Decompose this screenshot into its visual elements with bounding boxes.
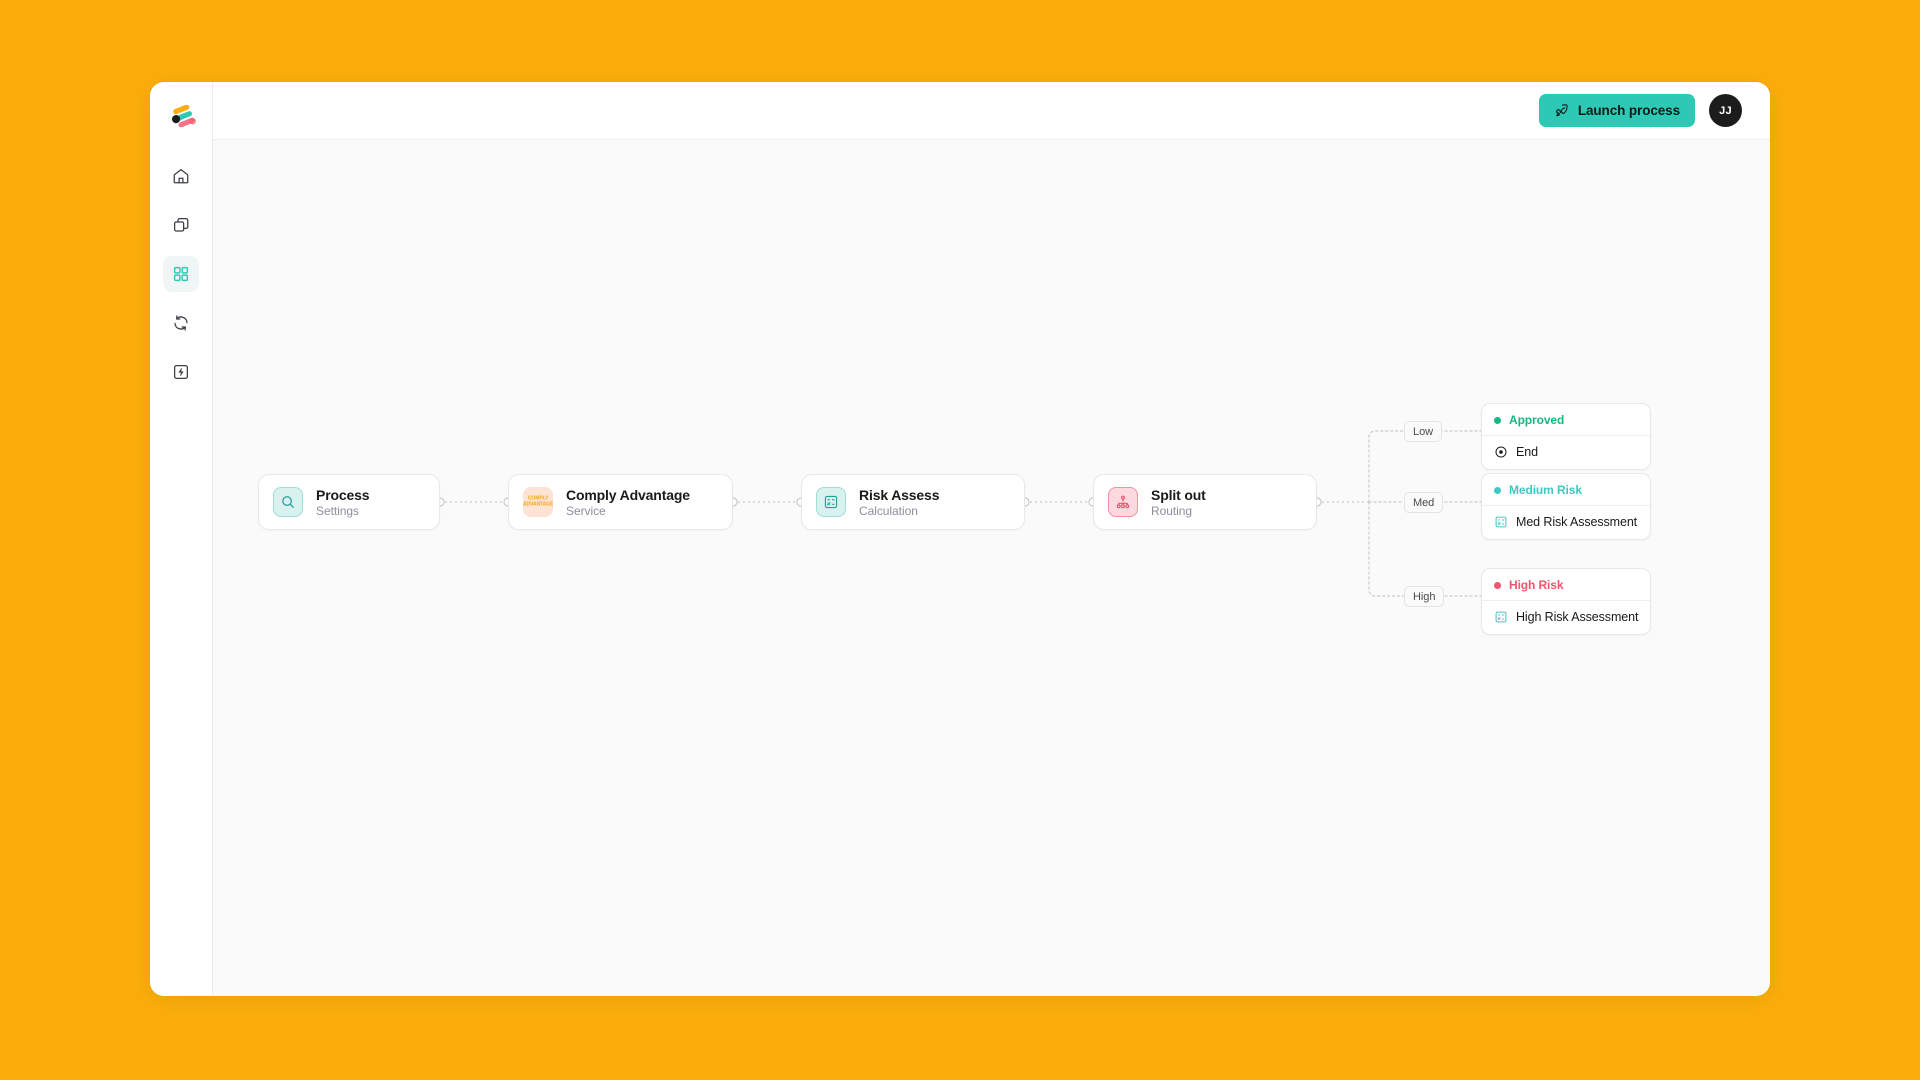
- comply-logo-text: COMPLY ADVANTAGE: [523, 495, 553, 507]
- flow-canvas[interactable]: Process Settings COMPLY ADVANTAGE Comply…: [213, 140, 1770, 996]
- flow-node-subtitle: Calculation: [859, 503, 918, 518]
- comply-logo-line2: ADVANTAGE: [523, 500, 553, 507]
- flow-node-subtitle: Settings: [316, 503, 359, 518]
- main-column: Launch process JJ Process Settings COMPL…: [213, 82, 1770, 996]
- search-icon: [273, 487, 303, 517]
- flow-inner: Process Settings COMPLY ADVANTAGE Comply…: [213, 140, 1770, 996]
- outcome-card-high-risk[interactable]: High Risk High Risk Assessment: [1481, 568, 1651, 635]
- refresh-icon: [174, 315, 188, 331]
- app-window: Launch process JJ Process Settings COMPL…: [150, 82, 1770, 996]
- copy-icon: [173, 217, 189, 232]
- flow-node-title: Split out: [1151, 486, 1206, 503]
- spark-card-icon: [173, 364, 189, 380]
- end-circle-icon: [1495, 446, 1507, 458]
- flow-node-subtitle: Service: [566, 503, 606, 518]
- branch-chip-label: Med: [1413, 496, 1435, 509]
- split-tree-icon: [1108, 487, 1138, 517]
- outcome-body-label: High Risk Assessment: [1516, 610, 1639, 624]
- top-bar: Launch process JJ: [213, 82, 1770, 140]
- status-dot-icon: [1494, 581, 1501, 589]
- sidebar-item-workspaces[interactable]: [163, 207, 199, 243]
- outcome-card-body[interactable]: Med Risk Assessment: [1482, 506, 1650, 539]
- flow-node-process[interactable]: Process Settings: [258, 474, 440, 530]
- avatar[interactable]: JJ: [1709, 94, 1742, 127]
- outcome-body-label: End: [1516, 445, 1538, 459]
- launch-process-button[interactable]: Launch process: [1538, 94, 1695, 127]
- flow-node-subtitle: Routing: [1151, 503, 1193, 518]
- branch-chip-med[interactable]: Med: [1404, 492, 1444, 513]
- outcome-label: High Risk: [1509, 578, 1564, 592]
- branch-chip-high[interactable]: High: [1404, 586, 1445, 607]
- grid-icon: [173, 266, 189, 282]
- flow-node-title: Process: [316, 486, 370, 503]
- comply-advantage-logo: COMPLY ADVANTAGE: [523, 487, 553, 517]
- status-dot-icon: [1494, 416, 1501, 424]
- outcome-card-header: High Risk: [1482, 569, 1650, 601]
- fan-logo[interactable]: [161, 98, 201, 138]
- rocket-icon: [1555, 104, 1568, 117]
- avatar-initials: JJ: [1719, 104, 1732, 117]
- outcome-card-header: Approved: [1482, 404, 1650, 436]
- calculator-icon: [1495, 516, 1507, 528]
- outcome-label: Medium Risk: [1509, 483, 1582, 497]
- flow-node-split-out[interactable]: Split out Routing: [1093, 474, 1317, 530]
- status-dot-icon: [1494, 486, 1501, 494]
- launch-process-label: Launch process: [1577, 103, 1680, 118]
- flow-node-text: Split out Routing: [1151, 487, 1206, 518]
- home-icon: [173, 168, 189, 184]
- outcome-card-body[interactable]: End: [1482, 436, 1650, 469]
- flow-node-text: Risk Assess Calculation: [859, 487, 939, 518]
- outcome-card-medium-risk[interactable]: Medium Risk Med Risk Assessment: [1481, 473, 1651, 540]
- flow-node-text: Comply Advantage Service: [566, 487, 690, 518]
- calculator-icon: [816, 487, 846, 517]
- sidebar-item-automations[interactable]: [163, 354, 199, 390]
- flow-node-title: Comply Advantage: [566, 486, 690, 503]
- flow-node-comply-advantage[interactable]: COMPLY ADVANTAGE Comply Advantage Servic…: [508, 474, 733, 530]
- outcome-card-header: Medium Risk: [1482, 474, 1650, 506]
- sidebar-item-sync[interactable]: [163, 305, 199, 341]
- branch-chip-low[interactable]: Low: [1404, 421, 1443, 442]
- branch-chip-label: Low: [1413, 425, 1434, 438]
- flow-node-text: Process Settings: [316, 486, 370, 518]
- branch-chip-label: High: [1413, 590, 1436, 603]
- flow-node-title: Risk Assess: [859, 486, 940, 503]
- sidebar-item-home[interactable]: [163, 158, 199, 194]
- calculator-icon: [1495, 611, 1507, 623]
- flow-node-risk-assess[interactable]: Risk Assess Calculation: [801, 474, 1025, 530]
- outcome-label: Approved: [1509, 413, 1565, 427]
- sidebar: [150, 82, 213, 996]
- outcome-card-approved[interactable]: Approved End: [1481, 403, 1651, 470]
- sidebar-item-processes[interactable]: [163, 256, 199, 292]
- outcome-card-body[interactable]: High Risk Assessment: [1482, 601, 1650, 634]
- outcome-body-label: Med Risk Assessment: [1516, 515, 1638, 529]
